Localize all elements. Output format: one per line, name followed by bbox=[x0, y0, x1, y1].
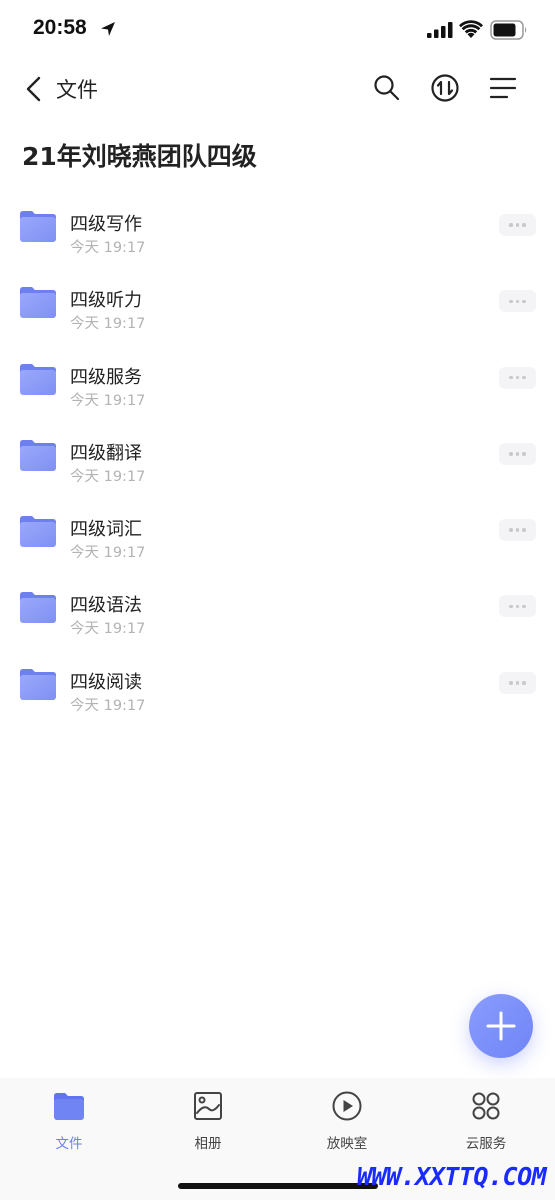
tab-label: 云服务 bbox=[465, 1136, 507, 1152]
folder-icon bbox=[20, 516, 56, 548]
grid-circles-icon bbox=[472, 1092, 500, 1120]
dot-icon bbox=[515, 681, 520, 685]
tab-label: 文件 bbox=[55, 1136, 83, 1152]
dot-icon bbox=[509, 299, 513, 304]
dot-icon bbox=[509, 604, 513, 609]
dot-icon bbox=[515, 452, 520, 456]
folder-item[interactable]: 四级翻译 今天 19:17 bbox=[0, 425, 555, 501]
tab-player[interactable]: 放映室 bbox=[297, 1090, 397, 1160]
dot-icon bbox=[515, 375, 520, 380]
folder-icon bbox=[20, 363, 56, 395]
dot-icon bbox=[515, 604, 520, 609]
folder-icon bbox=[20, 592, 56, 624]
dot-icon bbox=[522, 299, 526, 304]
search-icon bbox=[374, 75, 400, 101]
folder-item[interactable]: 四级服务 今天 19:17 bbox=[0, 349, 555, 425]
sort-arrows-icon bbox=[431, 74, 459, 102]
folder-icon bbox=[20, 287, 56, 319]
back-button[interactable]: 文件 bbox=[22, 70, 98, 108]
tab-cloud[interactable]: 云服务 bbox=[436, 1090, 536, 1160]
folder-name: 四级词汇 bbox=[70, 519, 142, 541]
page-title: 21年刘晓燕团队四级 bbox=[22, 142, 257, 171]
wifi-icon bbox=[459, 20, 483, 38]
add-button[interactable] bbox=[469, 994, 533, 1058]
menu-lines-icon bbox=[489, 77, 517, 99]
tab-files[interactable]: 文件 bbox=[19, 1090, 119, 1160]
folder-item[interactable]: 四级词汇 今天 19:17 bbox=[0, 501, 555, 577]
dot-icon bbox=[522, 681, 526, 685]
folder-date: 今天 19:17 bbox=[70, 468, 146, 485]
watermark-text: WWW.XXTTQ.COM bbox=[357, 1162, 547, 1191]
status-bar: 20:58 bbox=[0, 0, 555, 60]
more-options-button[interactable] bbox=[499, 519, 536, 542]
more-options-button[interactable] bbox=[499, 366, 536, 389]
folder-icon bbox=[54, 1093, 84, 1120]
location-arrow-icon bbox=[101, 22, 115, 36]
folder-name: 四级语法 bbox=[70, 595, 142, 617]
folder-item[interactable]: 四级写作 今天 19:17 bbox=[0, 196, 555, 272]
more-options-button[interactable] bbox=[499, 595, 536, 618]
folder-name: 四级翻译 bbox=[70, 442, 142, 464]
photo-icon bbox=[194, 1092, 222, 1120]
dot-icon bbox=[509, 223, 513, 227]
chevron-left-icon bbox=[26, 76, 41, 102]
folder-name: 四级阅读 bbox=[70, 671, 142, 693]
search-button[interactable] bbox=[371, 72, 403, 104]
folder-name: 四级听力 bbox=[70, 290, 142, 312]
sort-button[interactable] bbox=[429, 72, 461, 104]
tab-label: 放映室 bbox=[326, 1136, 368, 1152]
status-time: 20:58 bbox=[33, 16, 87, 39]
folder-icon bbox=[20, 439, 56, 471]
dot-icon bbox=[509, 528, 513, 532]
plus-icon bbox=[486, 1011, 516, 1041]
menu-button[interactable] bbox=[487, 72, 519, 104]
dot-icon bbox=[509, 375, 513, 380]
folder-icon bbox=[20, 668, 56, 700]
folder-item[interactable]: 四级听力 今天 19:17 bbox=[0, 272, 555, 348]
more-options-button[interactable] bbox=[499, 290, 536, 313]
home-indicator bbox=[178, 1183, 378, 1189]
file-list: 四级写作 今天 19:17 四级听力 今天 19:17 四级服务 今天 19:1… bbox=[0, 196, 555, 730]
tab-album[interactable]: 相册 bbox=[158, 1090, 258, 1160]
more-options-button[interactable] bbox=[499, 442, 536, 465]
more-options-button[interactable] bbox=[499, 671, 536, 694]
folder-date: 今天 19:17 bbox=[70, 316, 146, 333]
back-label: 文件 bbox=[56, 78, 98, 102]
dot-icon bbox=[515, 528, 520, 532]
dot-icon bbox=[522, 223, 526, 227]
folder-item[interactable]: 四级阅读 今天 19:17 bbox=[0, 654, 555, 730]
folder-date: 今天 19:17 bbox=[70, 392, 146, 409]
folder-icon bbox=[20, 211, 56, 242]
folder-item[interactable]: 四级语法 今天 19:17 bbox=[0, 577, 555, 653]
folder-date: 今天 19:17 bbox=[70, 697, 146, 714]
dot-icon bbox=[515, 299, 520, 304]
dot-icon bbox=[509, 452, 513, 456]
battery-icon bbox=[490, 20, 527, 40]
folder-date: 今天 19:17 bbox=[70, 545, 146, 562]
dot-icon bbox=[522, 604, 526, 609]
dot-icon bbox=[509, 681, 513, 685]
folder-date: 今天 19:17 bbox=[70, 240, 146, 256]
dot-icon bbox=[522, 452, 526, 456]
dot-icon bbox=[515, 223, 520, 227]
tab-label: 相册 bbox=[194, 1136, 222, 1152]
dot-icon bbox=[522, 528, 526, 532]
folder-date: 今天 19:17 bbox=[70, 621, 146, 638]
folder-name: 四级写作 bbox=[70, 214, 142, 235]
more-options-button[interactable] bbox=[499, 214, 536, 236]
folder-name: 四级服务 bbox=[70, 366, 142, 388]
play-icon bbox=[332, 1091, 362, 1121]
cellular-signal-icon bbox=[427, 22, 453, 38]
dot-icon bbox=[522, 375, 526, 380]
